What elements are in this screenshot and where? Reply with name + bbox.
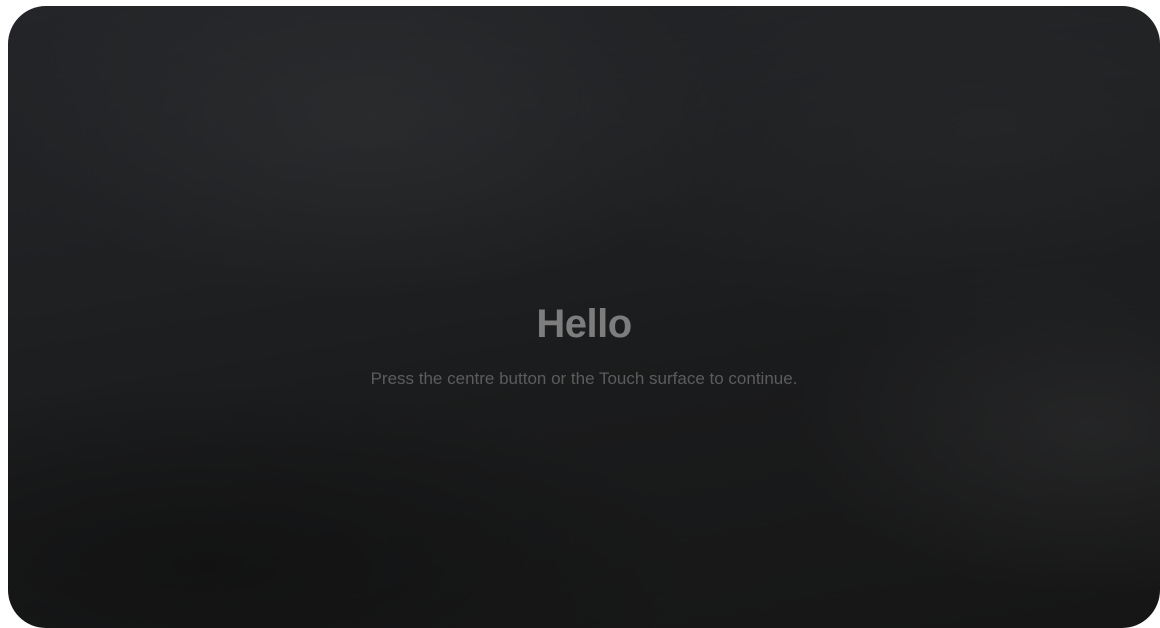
welcome-title: Hello xyxy=(536,302,632,346)
welcome-panel: Hello Press the centre button or the Tou… xyxy=(8,300,1160,390)
welcome-instruction: Press the centre button or the Touch sur… xyxy=(370,369,798,388)
tv-screen: Hello Press the centre button or the Tou… xyxy=(8,6,1160,628)
